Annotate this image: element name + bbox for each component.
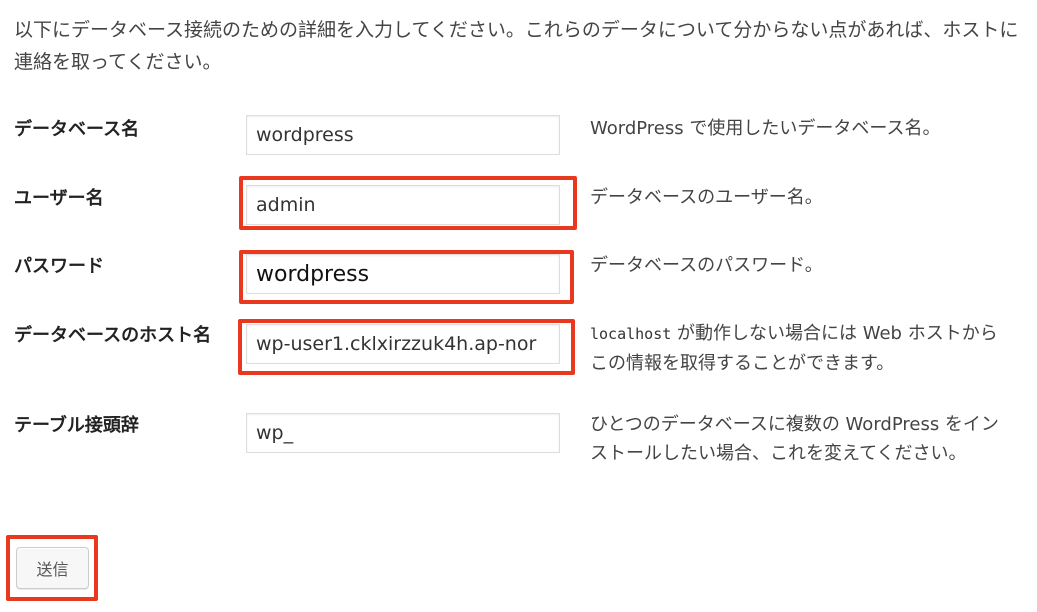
intro-text: 以下にデータベース接続のための詳細を入力してください。これらのデータについて分か… — [14, 19, 1019, 73]
db-user-input[interactable] — [246, 185, 560, 225]
db-user-label: ユーザー名 — [14, 188, 104, 209]
submit-button[interactable]: 送信 — [16, 547, 89, 589]
db-password-label: パスワード — [14, 256, 104, 277]
wp-config-setup-form: 以下にデータベース接続のための詳細を入力してください。これらのデータについて分か… — [0, 0, 1037, 612]
db-password-help: データベースのパスワード。 — [590, 255, 823, 276]
db-host-input[interactable] — [246, 324, 560, 364]
db-host-label: データベースのホスト名 — [14, 325, 212, 346]
db-name-help: WordPress で使用したいデータベース名。 — [590, 118, 941, 139]
table-prefix-input[interactable] — [246, 413, 560, 453]
table-prefix-label: テーブル接頭辞 — [14, 415, 139, 436]
db-user-help: データベースのユーザー名。 — [590, 187, 823, 208]
db-name-input[interactable] — [246, 115, 560, 155]
db-name-label: データベース名 — [14, 119, 140, 140]
db-host-help: localhost が動作しない場合には Web ホストからこの情報を取得するこ… — [590, 319, 1010, 378]
localhost-code: localhost — [590, 325, 672, 343]
table-prefix-help: ひとつのデータベースに複数の WordPress をインストールしたい場合、これ… — [590, 414, 999, 464]
db-password-input[interactable] — [246, 254, 560, 294]
